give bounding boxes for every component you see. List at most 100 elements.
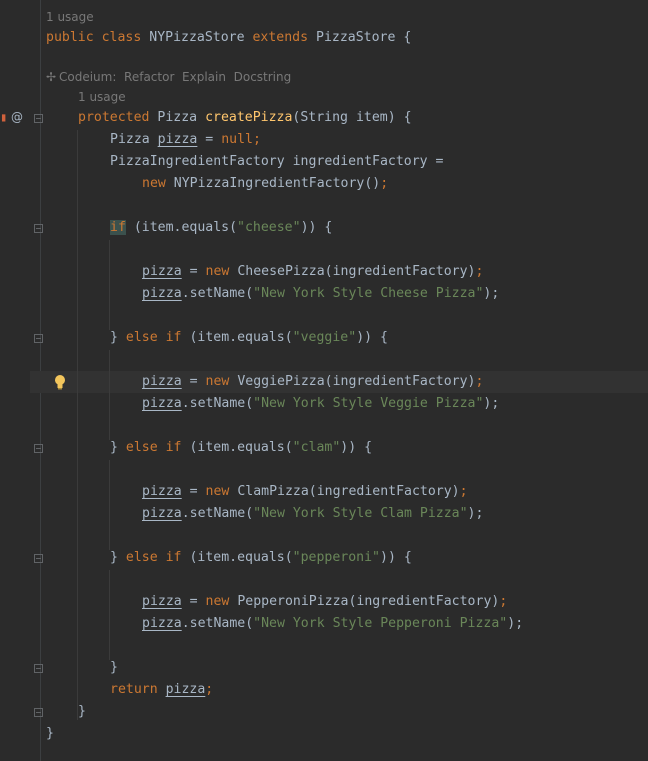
operator: =: [197, 132, 222, 147]
fold-icon[interactable]: [34, 554, 43, 563]
fold-icon[interactable]: [34, 708, 43, 717]
keyword: if: [165, 330, 182, 345]
code-line: pizza.setName("New York Style Clam Pizza…: [142, 503, 483, 525]
indent-guide: [77, 130, 78, 720]
code-line: pizza = new PepperoniPizza(ingredientFac…: [142, 591, 507, 613]
operator: =: [181, 594, 206, 609]
code-text: );: [483, 396, 500, 411]
return-type: Pizza: [157, 110, 198, 125]
keyword: return: [110, 682, 158, 697]
fold-icon[interactable]: [34, 224, 43, 233]
code-line: Pizza pizza = null;: [110, 129, 261, 151]
method-params: (String item) {: [292, 110, 412, 125]
method-name: createPizza: [205, 110, 293, 125]
keyword: new: [205, 264, 230, 279]
keyword: else: [125, 440, 158, 455]
code-text: );: [467, 506, 484, 521]
variable: pizza: [165, 682, 206, 697]
indent-guide: [109, 240, 110, 330]
code-text: )) {: [340, 440, 373, 455]
indent-guide: [109, 350, 110, 440]
code-line: PizzaIngredientFactory ingredientFactory…: [110, 154, 444, 169]
semicolon: ;: [459, 484, 468, 499]
keyword: if: [165, 440, 182, 455]
brace: {: [395, 30, 412, 45]
method-call: .setName(: [181, 616, 254, 631]
code-line: new NYPizzaIngredientFactory();: [142, 173, 388, 195]
class-name: NYPizzaStore: [149, 30, 245, 45]
keyword: new: [205, 594, 230, 609]
string-literal: "clam": [292, 440, 341, 455]
semicolon: ;: [252, 132, 261, 147]
keyword: new: [205, 484, 230, 499]
keyword: public: [46, 30, 94, 45]
keyword: protected: [78, 110, 150, 125]
string-literal: "New York Style Clam Pizza": [253, 506, 468, 521]
operator: =: [181, 264, 206, 279]
string-literal: "pepperoni": [292, 550, 380, 565]
code-line: pizza = new VeggiePizza(ingredientFactor…: [142, 371, 483, 393]
string-literal: "New York Style Veggie Pizza": [253, 396, 484, 411]
string-literal: "cheese": [237, 220, 301, 235]
variable: pizza: [142, 594, 182, 609]
type-name: Pizza: [110, 132, 150, 147]
indent-guide: [109, 570, 110, 660]
constructor-call: NYPizzaIngredientFactory(): [173, 176, 381, 191]
keyword: null: [221, 132, 253, 147]
brace: }: [110, 330, 126, 345]
keyword: else: [125, 550, 158, 565]
variable: pizza: [142, 286, 182, 301]
annotation-at-icon[interactable]: @: [11, 110, 23, 124]
code-line-method-decl: protected Pizza createPizza(String item)…: [78, 107, 412, 129]
code-line: } else if (item.equals("veggie")) {: [110, 327, 388, 349]
fold-icon[interactable]: [34, 664, 43, 673]
codeium-sparkle-icon: ✢: [46, 70, 57, 84]
variable: pizza: [142, 374, 182, 389]
code-line: if (item.equals("cheese")) {: [110, 217, 332, 239]
code-line: pizza = new CheesePizza(ingredientFactor…: [142, 261, 483, 283]
code-line-close-class: }: [46, 726, 54, 741]
constructor-call: PepperoniPizza(ingredientFactory): [237, 594, 500, 609]
code-line: } else if (item.equals("pepperoni")) {: [110, 547, 412, 569]
code-line-close-if: }: [110, 660, 118, 675]
codeium-label: Codeium:: [59, 70, 117, 84]
string-literal: "New York Style Cheese Pizza": [253, 286, 484, 301]
keyword: new: [205, 374, 230, 389]
fold-icon[interactable]: [34, 334, 43, 343]
method-call: .setName(: [181, 286, 254, 301]
code-text: )) {: [380, 550, 412, 565]
constructor-call: VeggiePizza(ingredientFactory): [237, 374, 476, 389]
string-literal: "veggie": [292, 330, 357, 345]
usage-hint[interactable]: 1 usage: [46, 8, 94, 26]
constructor-call: ClamPizza(ingredientFactory): [237, 484, 460, 499]
variable: pizza: [142, 506, 182, 521]
constructor-call: CheesePizza(ingredientFactory): [237, 264, 476, 279]
code-line-return: return pizza;: [110, 679, 213, 701]
variable: pizza: [142, 264, 182, 279]
code-line: pizza.setName("New York Style Cheese Piz…: [142, 283, 499, 305]
code-editor[interactable]: 1 usage public class NYPizzaStore extend…: [44, 0, 648, 761]
code-line: pizza.setName("New York Style Pepperoni …: [142, 613, 523, 635]
method-call: .setName(: [181, 506, 254, 521]
operator: =: [181, 374, 206, 389]
code-text: )) {: [300, 220, 333, 235]
variable: pizza: [142, 484, 182, 499]
override-marker-icon[interactable]: ▮: [0, 110, 7, 124]
brace: }: [110, 550, 126, 565]
keyword: if: [165, 550, 182, 565]
usage-hint[interactable]: 1 usage: [78, 88, 126, 106]
codeium-explain-link[interactable]: Explain: [182, 70, 226, 84]
fold-icon[interactable]: [34, 444, 43, 453]
codeium-refactor-link[interactable]: Refactor: [124, 70, 174, 84]
semicolon: ;: [380, 176, 389, 191]
keyword: new: [142, 176, 166, 191]
code-text: (item.equals(: [181, 330, 293, 345]
code-text: (item.equals(: [125, 220, 238, 235]
fold-icon[interactable]: [34, 114, 43, 123]
codeium-docstring-link[interactable]: Docstring: [234, 70, 292, 84]
code-line: pizza = new ClamPizza(ingredientFactory)…: [142, 481, 468, 503]
operator: =: [181, 484, 206, 499]
code-line: } else if (item.equals("clam")) {: [110, 437, 372, 459]
keyword: else: [125, 330, 158, 345]
code-text: );: [483, 286, 500, 301]
